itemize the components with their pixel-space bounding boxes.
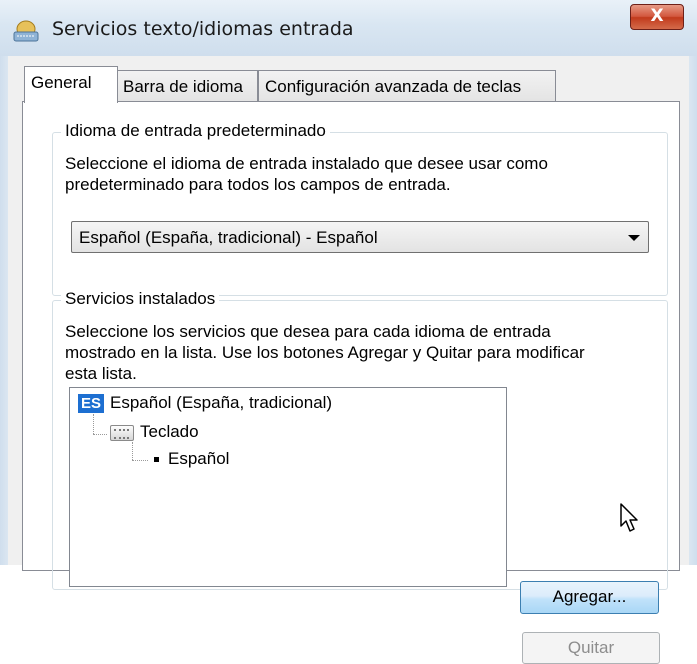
window-frame-left [0, 56, 8, 565]
mouse-pointer-icon [620, 503, 638, 532]
tree-category-label: Teclado [140, 422, 199, 441]
tab-barra-de-idioma[interactable]: Barra de idioma [116, 70, 258, 103]
tree-item-language[interactable]: ES Español (España, tradicional) [78, 393, 332, 413]
chevron-down-icon[interactable] [628, 235, 640, 241]
tree-item-keyboard-layout[interactable]: Español [154, 449, 229, 469]
tree-connector [93, 414, 94, 434]
installed-services-group-title: Servicios instalados [61, 289, 220, 309]
installed-services-group: Servicios instalados Seleccione los serv… [52, 289, 668, 664]
close-button[interactable]: X [630, 4, 684, 30]
default-language-value: Español (España, tradicional) - Español [79, 228, 378, 247]
remove-button[interactable]: Quitar [522, 632, 660, 664]
bullet-icon [154, 457, 159, 463]
default-input-group-title: Idioma de entrada predeterminado [61, 121, 330, 141]
tab-page-general: Idioma de entrada predeterminado Selecci… [22, 101, 680, 664]
default-input-description-1: Seleccione el idioma de entrada instalad… [65, 154, 548, 173]
add-button[interactable]: Agregar... [520, 581, 659, 614]
keyboard-globe-icon [13, 20, 39, 42]
default-input-group: Idioma de entrada predeterminado Selecci… [52, 121, 668, 296]
tab-configuracion-avanzada[interactable]: Configuración avanzada de teclas [258, 70, 556, 103]
tree-connector [132, 442, 133, 460]
tree-language-label: Español (España, tradicional) [110, 393, 333, 412]
tree-connector [93, 434, 107, 435]
default-language-dropdown[interactable]: Español (España, tradicional) - Español [71, 221, 649, 253]
tree-connector [132, 460, 148, 461]
tree-item-keyboard-category[interactable]: Teclado [110, 422, 199, 442]
language-badge: ES [78, 394, 105, 413]
installed-description-1: Seleccione los servicios que desea para … [65, 322, 551, 341]
title-bar: Servicios texto/idiomas entrada X [0, 0, 697, 56]
installed-description-2: mostrado en la lista. Use los botones Ag… [65, 343, 585, 362]
window-title: Servicios texto/idiomas entrada [52, 18, 354, 40]
tab-general[interactable]: General [24, 66, 118, 103]
installed-description-3: esta lista. [65, 364, 137, 383]
keyboard-icon [110, 424, 134, 441]
window-frame-right [689, 56, 697, 565]
tree-keyboard-label: Español [168, 449, 230, 468]
default-input-description-2: predeterminado para todos los campos de … [65, 175, 451, 194]
services-tree[interactable]: ES Español (España, tradicional) Teclado … [69, 387, 507, 587]
